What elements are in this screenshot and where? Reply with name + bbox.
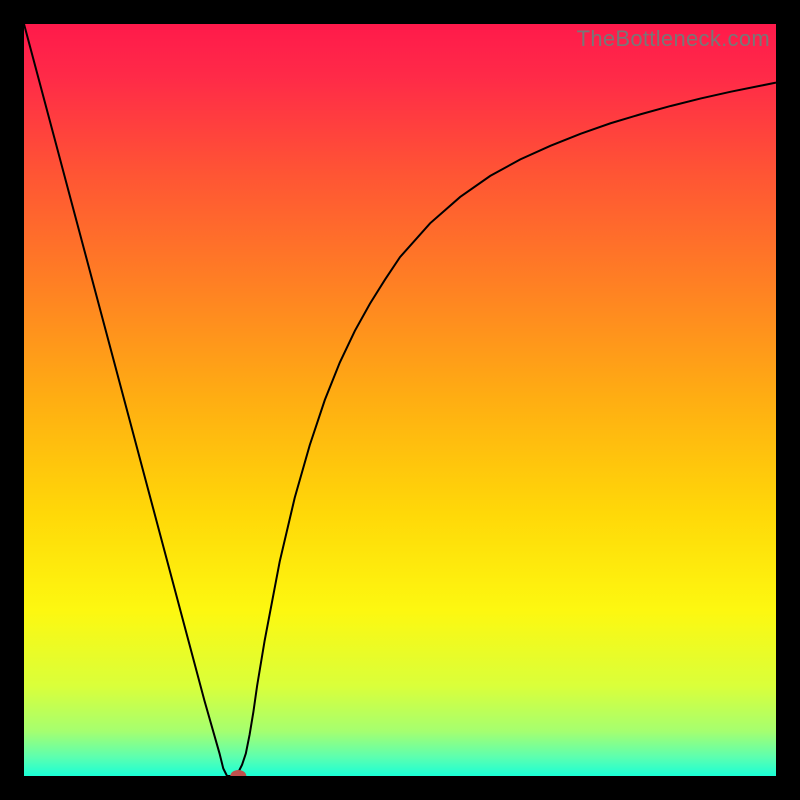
bottleneck-chart — [24, 24, 776, 776]
chart-frame: TheBottleneck.com — [24, 24, 776, 776]
gradient-background — [24, 24, 776, 776]
watermark-text: TheBottleneck.com — [577, 26, 770, 52]
